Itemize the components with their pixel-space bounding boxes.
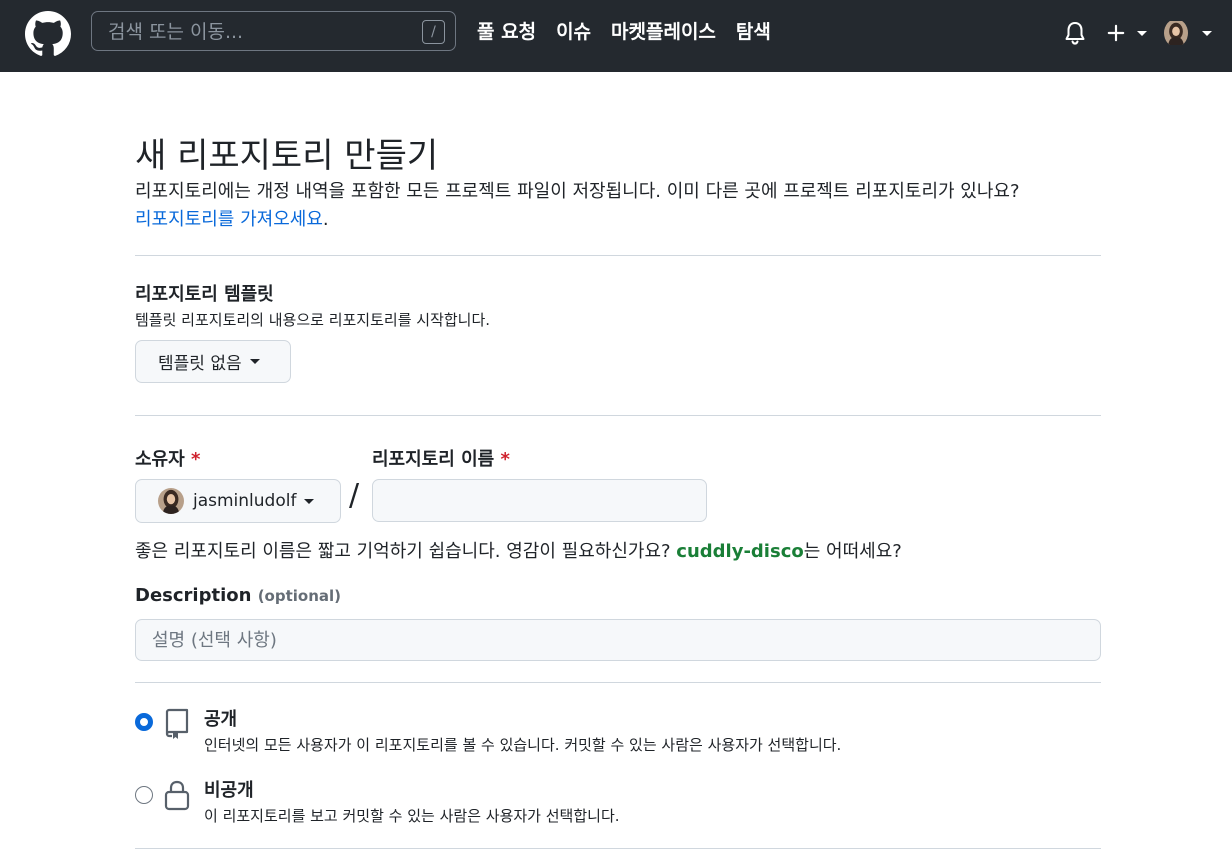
user-menu[interactable]	[1164, 18, 1212, 48]
description-label: Description (optional)	[135, 585, 341, 606]
nav-explore[interactable]: 탐색	[736, 17, 771, 47]
divider	[135, 848, 1101, 849]
bell-icon[interactable]	[1063, 20, 1087, 46]
intro-period: .	[322, 209, 329, 230]
template-description: 템플릿 리포지토리의 내용으로 리포지토리를 시작합니다.	[135, 311, 491, 329]
visibility-private-title: 비공개	[204, 780, 254, 801]
visibility-private-description: 이 리포지토리를 보고 커밋할 수 있는 사람은 사용자가 선택합니다.	[204, 807, 620, 825]
hint-prefix: 좋은 리포지토리 이름은 짧고 기억하기 쉽습니다. 영감이 필요하신가요?	[135, 541, 677, 562]
primary-nav: 풀 요청 이슈 마켓플레이스 탐색	[477, 17, 771, 47]
lock-icon	[164, 780, 190, 811]
divider	[135, 682, 1101, 683]
nav-pull-requests[interactable]: 풀 요청	[477, 17, 536, 47]
repo-name-hint: 좋은 리포지토리 이름은 짧고 기억하기 쉽습니다. 영감이 필요하신가요? c…	[135, 537, 902, 563]
hint-suffix: 는 어떠세요?	[803, 541, 902, 562]
page-intro: 리포지토리에는 개정 내역을 포함한 모든 프로젝트 파일이 저장됩니다. 이미…	[135, 178, 1020, 234]
visibility-public-description: 인터넷의 모든 사용자가 이 리포지토리를 볼 수 있습니다. 커밋할 수 있는…	[204, 736, 842, 754]
search-box[interactable]: /	[91, 11, 456, 51]
visibility-public-radio[interactable]	[135, 713, 153, 731]
plus-icon	[1107, 24, 1125, 42]
template-select-label: 템플릿 없음	[158, 354, 242, 374]
required-asterisk: *	[190, 449, 201, 470]
owner-label: 소유자 *	[135, 445, 200, 471]
owner-label-text: 소유자	[135, 449, 185, 470]
optional-tag: (optional)	[257, 587, 342, 605]
page-title: 새 리포지토리 만들기	[135, 136, 439, 176]
search-shortcut-key: /	[422, 20, 445, 44]
required-asterisk: *	[500, 449, 510, 470]
description-label-text: Description	[135, 585, 252, 606]
template-label: 리포지토리 템플릿	[135, 284, 274, 305]
owner-select-button[interactable]: jasminludolf	[135, 479, 341, 523]
github-logo-icon[interactable]	[25, 11, 71, 57]
suggested-repo-name[interactable]: cuddly-disco	[676, 541, 803, 562]
visibility-private-radio[interactable]	[135, 786, 153, 804]
chevron-down-icon	[1202, 30, 1212, 36]
chevron-down-icon	[249, 359, 260, 364]
owner-avatar	[158, 488, 184, 514]
nav-issues[interactable]: 이슈	[556, 17, 591, 47]
chevron-down-icon	[304, 498, 315, 504]
template-select-button[interactable]: 템플릿 없음	[135, 340, 291, 383]
repo-name-label-text: 리포지토리 이름	[372, 449, 495, 470]
repo-name-input[interactable]	[372, 479, 707, 522]
repo-icon	[165, 708, 189, 739]
import-repository-link[interactable]: 리포지토리를 가져오세요	[135, 209, 323, 230]
divider	[135, 415, 1101, 416]
intro-text: 리포지토리에는 개정 내역을 포함한 모든 프로젝트 파일이 저장됩니다. 이미…	[135, 181, 1020, 202]
create-new-dropdown[interactable]	[1107, 20, 1147, 46]
description-input[interactable]	[135, 619, 1101, 661]
top-navigation-bar: / 풀 요청 이슈 마켓플레이스 탐색	[0, 0, 1232, 72]
nav-marketplace[interactable]: 마켓플레이스	[611, 17, 716, 47]
chevron-down-icon	[1137, 30, 1147, 36]
owner-name: jasminludolf	[193, 491, 297, 511]
divider	[135, 255, 1101, 256]
owner-repo-separator: /	[349, 478, 360, 513]
user-avatar	[1164, 21, 1188, 45]
search-input[interactable]	[108, 21, 408, 43]
repo-name-label: 리포지토리 이름 *	[372, 445, 510, 471]
visibility-public-title: 공개	[204, 709, 238, 730]
